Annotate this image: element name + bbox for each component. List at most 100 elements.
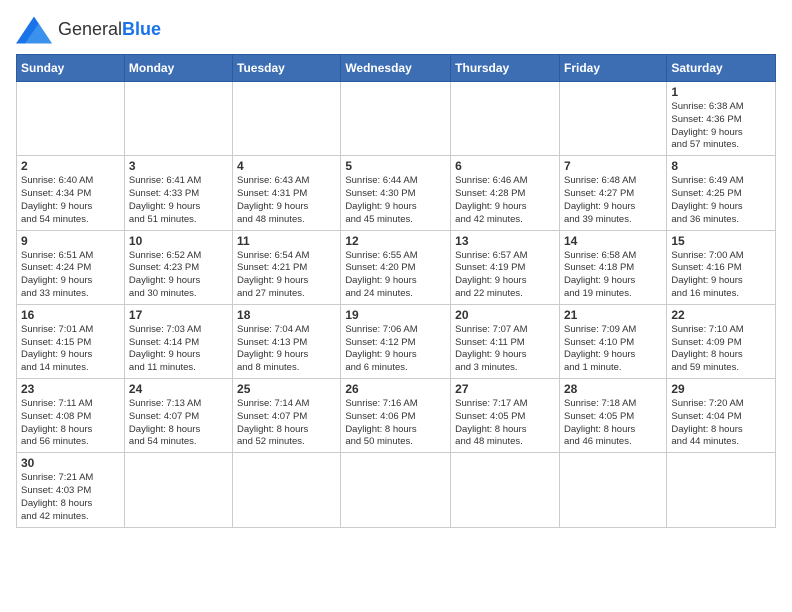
calendar-cell xyxy=(559,82,666,156)
day-info: Sunrise: 6:51 AMSunset: 4:24 PMDaylight:… xyxy=(21,250,120,301)
calendar-cell: 14 Sunrise: 6:58 AMSunset: 4:18 PMDayligh… xyxy=(559,230,666,304)
day-info: Sunrise: 7:21 AMSunset: 4:03 PMDaylight:… xyxy=(21,472,120,523)
day-info: Sunrise: 6:38 AMSunset: 4:36 PMDaylight:… xyxy=(671,101,771,152)
calendar-cell: 15 Sunrise: 7:00 AMSunset: 4:16 PMDayligh… xyxy=(667,230,776,304)
day-number: 1 xyxy=(671,85,771,99)
day-number: 21 xyxy=(564,308,662,322)
day-number: 28 xyxy=(564,382,662,396)
day-info: Sunrise: 6:58 AMSunset: 4:18 PMDaylight:… xyxy=(564,250,662,301)
day-number: 22 xyxy=(671,308,771,322)
calendar-cell: 4 Sunrise: 6:43 AMSunset: 4:31 PMDaylight… xyxy=(233,156,341,230)
calendar-cell: 30 Sunrise: 7:21 AMSunset: 4:03 PMDayligh… xyxy=(17,453,125,527)
day-info: Sunrise: 7:06 AMSunset: 4:12 PMDaylight:… xyxy=(345,324,446,375)
day-info: Sunrise: 6:43 AMSunset: 4:31 PMDaylight:… xyxy=(237,175,336,226)
calendar-cell: 29Sunrise: 7:20 AMSunset: 4:04 PMDayligh… xyxy=(667,379,776,453)
logo: GeneralBlue xyxy=(16,16,161,44)
calendar-cell: 12 Sunrise: 6:55 AMSunset: 4:20 PMDayligh… xyxy=(341,230,451,304)
calendar-cell xyxy=(233,453,341,527)
calendar-week-4: 16 Sunrise: 7:01 AMSunset: 4:15 PMDayligh… xyxy=(17,304,776,378)
day-info: Sunrise: 7:17 AMSunset: 4:05 PMDaylight:… xyxy=(455,398,555,449)
calendar-body: 1 Sunrise: 6:38 AMSunset: 4:36 PMDaylight… xyxy=(17,82,776,528)
day-number: 14 xyxy=(564,234,662,248)
day-info: Sunrise: 6:46 AMSunset: 4:28 PMDaylight:… xyxy=(455,175,555,226)
calendar-cell xyxy=(451,453,560,527)
calendar-cell: 25 Sunrise: 7:14 AMSunset: 4:07 PMDayligh… xyxy=(233,379,341,453)
day-info: Sunrise: 6:48 AMSunset: 4:27 PMDaylight:… xyxy=(564,175,662,226)
day-number: 3 xyxy=(129,159,228,173)
day-info: Sunrise: 6:55 AMSunset: 4:20 PMDaylight:… xyxy=(345,250,446,301)
calendar-cell: 7 Sunrise: 6:48 AMSunset: 4:27 PMDaylight… xyxy=(559,156,666,230)
day-number: 6 xyxy=(455,159,555,173)
calendar-cell: 19Sunrise: 7:06 AMSunset: 4:12 PMDayligh… xyxy=(341,304,451,378)
day-info: Sunrise: 7:01 AMSunset: 4:15 PMDaylight:… xyxy=(21,324,120,375)
day-info: Sunrise: 7:16 AMSunset: 4:06 PMDaylight:… xyxy=(345,398,446,449)
day-info: Sunrise: 6:44 AMSunset: 4:30 PMDaylight:… xyxy=(345,175,446,226)
calendar-cell xyxy=(124,82,232,156)
day-info: Sunrise: 7:18 AMSunset: 4:05 PMDaylight:… xyxy=(564,398,662,449)
calendar-cell xyxy=(559,453,666,527)
weekday-header-saturday: Saturday xyxy=(667,55,776,82)
calendar-cell: 3 Sunrise: 6:41 AMSunset: 4:33 PMDaylight… xyxy=(124,156,232,230)
day-info: Sunrise: 7:11 AMSunset: 4:08 PMDaylight:… xyxy=(21,398,120,449)
page-header: GeneralBlue xyxy=(16,16,776,44)
calendar-cell: 20Sunrise: 7:07 AMSunset: 4:11 PMDayligh… xyxy=(451,304,560,378)
day-info: Sunrise: 7:13 AMSunset: 4:07 PMDaylight:… xyxy=(129,398,228,449)
day-info: Sunrise: 6:40 AMSunset: 4:34 PMDaylight:… xyxy=(21,175,120,226)
calendar-cell xyxy=(341,453,451,527)
day-info: Sunrise: 6:41 AMSunset: 4:33 PMDaylight:… xyxy=(129,175,228,226)
day-number: 23 xyxy=(21,382,120,396)
day-number: 16 xyxy=(21,308,120,322)
day-info: Sunrise: 7:00 AMSunset: 4:16 PMDaylight:… xyxy=(671,250,771,301)
calendar-cell xyxy=(124,453,232,527)
calendar-cell xyxy=(341,82,451,156)
logo-text: GeneralBlue xyxy=(58,20,161,40)
calendar-week-1: 1 Sunrise: 6:38 AMSunset: 4:36 PMDaylight… xyxy=(17,82,776,156)
calendar-cell: 8Sunrise: 6:49 AMSunset: 4:25 PMDaylight… xyxy=(667,156,776,230)
day-number: 15 xyxy=(671,234,771,248)
calendar-cell xyxy=(17,82,125,156)
calendar-header: SundayMondayTuesdayWednesdayThursdayFrid… xyxy=(17,55,776,82)
weekday-header-thursday: Thursday xyxy=(451,55,560,82)
day-info: Sunrise: 6:52 AMSunset: 4:23 PMDaylight:… xyxy=(129,250,228,301)
calendar-cell: 2 Sunrise: 6:40 AMSunset: 4:34 PMDaylight… xyxy=(17,156,125,230)
calendar-cell: 9 Sunrise: 6:51 AMSunset: 4:24 PMDaylight… xyxy=(17,230,125,304)
day-number: 30 xyxy=(21,456,120,470)
day-number: 29 xyxy=(671,382,771,396)
day-number: 26 xyxy=(345,382,446,396)
calendar-cell: 16 Sunrise: 7:01 AMSunset: 4:15 PMDayligh… xyxy=(17,304,125,378)
day-info: Sunrise: 6:54 AMSunset: 4:21 PMDaylight:… xyxy=(237,250,336,301)
day-number: 10 xyxy=(129,234,228,248)
calendar-table: SundayMondayTuesdayWednesdayThursdayFrid… xyxy=(16,54,776,528)
calendar-cell: 27 Sunrise: 7:17 AMSunset: 4:05 PMDayligh… xyxy=(451,379,560,453)
day-number: 18 xyxy=(237,308,336,322)
day-number: 4 xyxy=(237,159,336,173)
calendar-week-6: 30 Sunrise: 7:21 AMSunset: 4:03 PMDayligh… xyxy=(17,453,776,527)
calendar-cell: 13Sunrise: 6:57 AMSunset: 4:19 PMDayligh… xyxy=(451,230,560,304)
weekday-header-tuesday: Tuesday xyxy=(233,55,341,82)
calendar-week-3: 9 Sunrise: 6:51 AMSunset: 4:24 PMDaylight… xyxy=(17,230,776,304)
day-number: 25 xyxy=(237,382,336,396)
day-info: Sunrise: 7:14 AMSunset: 4:07 PMDaylight:… xyxy=(237,398,336,449)
day-number: 27 xyxy=(455,382,555,396)
calendar-week-2: 2 Sunrise: 6:40 AMSunset: 4:34 PMDaylight… xyxy=(17,156,776,230)
day-info: Sunrise: 7:09 AMSunset: 4:10 PMDaylight:… xyxy=(564,324,662,375)
weekday-header-sunday: Sunday xyxy=(17,55,125,82)
logo-icon xyxy=(16,16,52,44)
day-number: 7 xyxy=(564,159,662,173)
day-info: Sunrise: 7:10 AMSunset: 4:09 PMDaylight:… xyxy=(671,324,771,375)
calendar-cell: 26 Sunrise: 7:16 AMSunset: 4:06 PMDayligh… xyxy=(341,379,451,453)
day-number: 9 xyxy=(21,234,120,248)
calendar-cell: 6 Sunrise: 6:46 AMSunset: 4:28 PMDaylight… xyxy=(451,156,560,230)
calendar-cell: 17Sunrise: 7:03 AMSunset: 4:14 PMDayligh… xyxy=(124,304,232,378)
calendar-cell: 28 Sunrise: 7:18 AMSunset: 4:05 PMDayligh… xyxy=(559,379,666,453)
calendar-cell xyxy=(233,82,341,156)
day-number: 12 xyxy=(345,234,446,248)
day-number: 11 xyxy=(237,234,336,248)
day-number: 5 xyxy=(345,159,446,173)
day-info: Sunrise: 7:04 AMSunset: 4:13 PMDaylight:… xyxy=(237,324,336,375)
day-info: Sunrise: 6:49 AMSunset: 4:25 PMDaylight:… xyxy=(671,175,771,226)
calendar-cell: 24Sunrise: 7:13 AMSunset: 4:07 PMDayligh… xyxy=(124,379,232,453)
day-number: 2 xyxy=(21,159,120,173)
calendar-cell: 1 Sunrise: 6:38 AMSunset: 4:36 PMDaylight… xyxy=(667,82,776,156)
weekday-header-monday: Monday xyxy=(124,55,232,82)
